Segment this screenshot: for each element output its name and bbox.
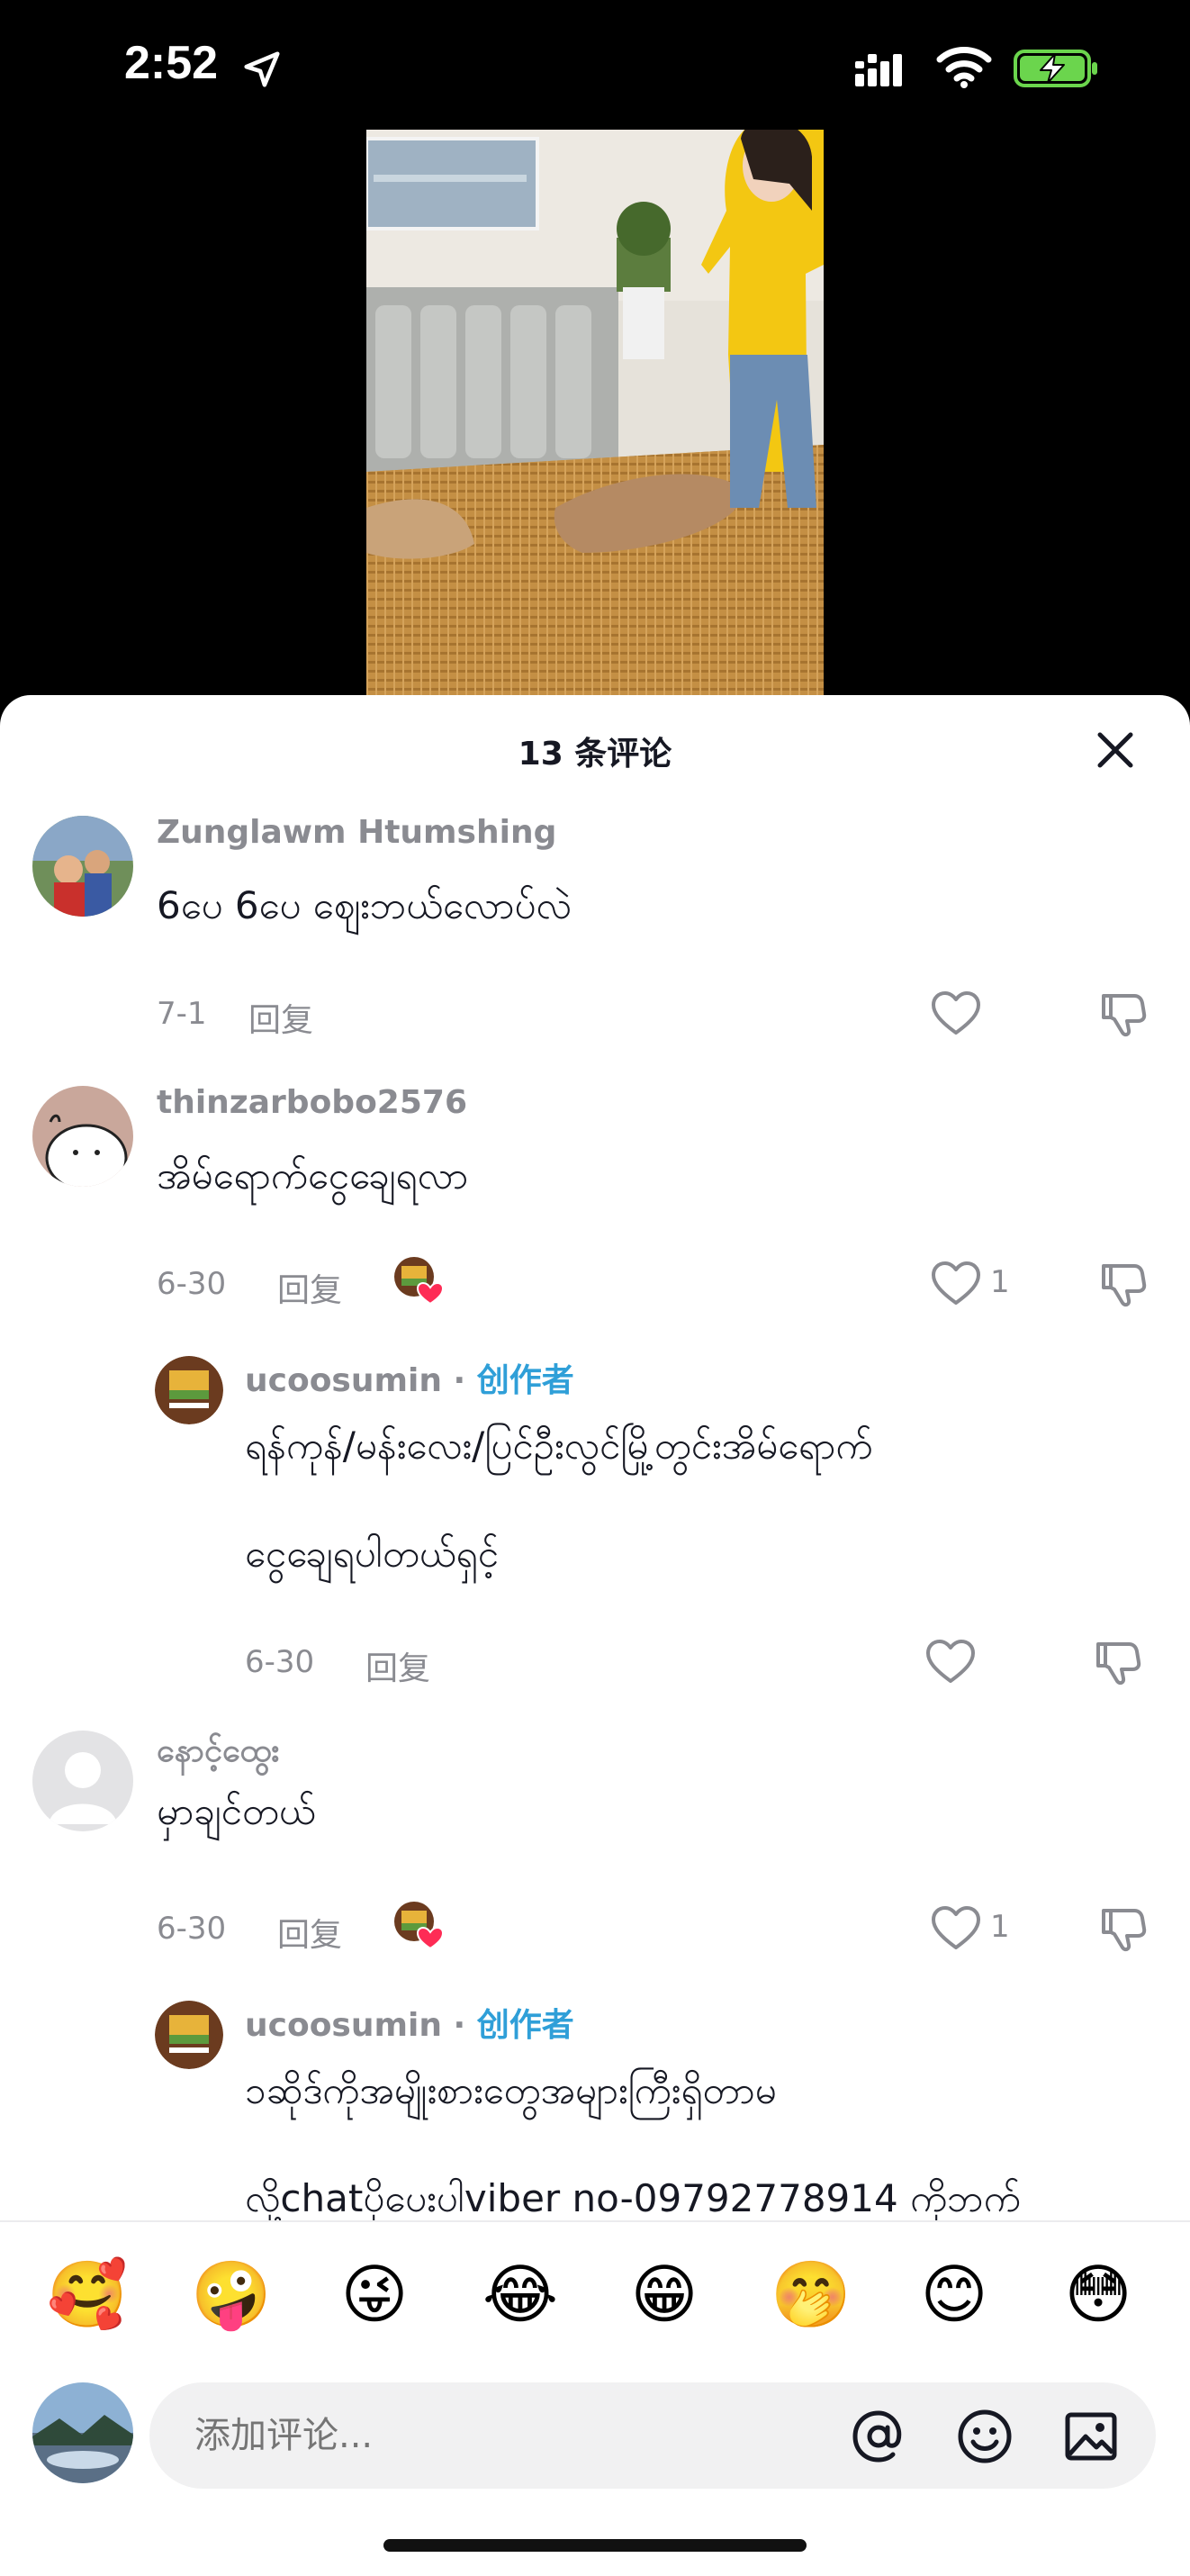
comment-text-line: ရန်ကုန်/မန်းလေး/ပြင်ဦးလွင်မြို့တွင်းအိမ်…: [245, 1424, 873, 1468]
emoji-smiling-hearts[interactable]: 🥰: [47, 2255, 128, 2334]
heart-icon[interactable]: [931, 1261, 981, 1307]
emoji-grinning[interactable]: 😁: [625, 2255, 704, 2334]
comment-username: ucoosumin · 创作者: [245, 1999, 574, 2046]
comment-username[interactable]: thinzarbobo2576: [157, 1084, 467, 1121]
separator-dot: ·: [453, 2007, 466, 2044]
comment-date: 6-30: [245, 1644, 315, 1680]
heart-icon[interactable]: [925, 1639, 976, 1686]
emoji-picker-icon[interactable]: [956, 2408, 1014, 2465]
heart-icon[interactable]: [931, 1905, 981, 1952]
dislike-icon[interactable]: [1098, 989, 1149, 1039]
reply-button[interactable]: 回复: [277, 1264, 342, 1311]
separator-dot: ·: [453, 1362, 466, 1399]
comment-date: 6-30: [157, 1266, 227, 1302]
creator-liked-badge: [394, 1257, 443, 1306]
like-count: 1: [990, 1264, 1010, 1300]
creator-tag: 创作者: [476, 1362, 574, 1399]
dislike-icon[interactable]: [1098, 1903, 1149, 1954]
reply-button[interactable]: 回复: [277, 1909, 342, 1956]
comment-list[interactable]: Zunglawm Htumshing 6ပေ 6ပေ ဈေးဘယ်လောပ်လဲ…: [0, 794, 1190, 2220]
emoji-flushed[interactable]: 😳: [1059, 2255, 1138, 2334]
like-count: 1: [990, 1909, 1010, 1945]
comment-item: နောင့်ထွေး မှာချင်တယ် 6-30 回复 1: [0, 1709, 1190, 1979]
comment-username[interactable]: နောင့်ထွေး: [157, 1729, 279, 1777]
avatar[interactable]: [32, 1086, 133, 1187]
creator-name[interactable]: ucoosumin: [245, 1362, 442, 1399]
comments-sheet: 13 条评论 Zunglawm Htumshing 6ပေ 6ပေ ဈေးဘယ်…: [0, 695, 1190, 2576]
comment-date: 6-30: [157, 1911, 227, 1947]
avatar[interactable]: [32, 1731, 133, 1831]
emoji-hand-over-mouth[interactable]: 🤭: [771, 2255, 852, 2334]
close-icon[interactable]: [1093, 728, 1138, 773]
comment-text-line: ၁ဆိုဒ်ကိုအမျိုးစားတွေအများကြီးရှိတာမ: [245, 2068, 777, 2112]
emoji-winking-tongue[interactable]: 😜: [335, 2255, 414, 2334]
creator-avatar[interactable]: [155, 2001, 223, 2069]
comments-count-title: 13 条评论: [518, 736, 672, 773]
comment-composer: [0, 2355, 1190, 2499]
status-bar: 2:52: [0, 0, 1190, 135]
comment-text-line: လို့chatပိုပေးပါviber no-09792778914 ကို…: [245, 2176, 1021, 2220]
creator-tag: 创作者: [476, 2007, 574, 2044]
emoji-zany[interactable]: 🤪: [191, 2255, 272, 2334]
comment-text: 6ပေ 6ပေ ဈေးဘယ်လောပ်လဲ: [157, 883, 572, 927]
comment-username: ucoosumin · 创作者: [245, 1354, 574, 1401]
video-player[interactable]: [366, 130, 824, 706]
creator-name[interactable]: ucoosumin: [245, 2007, 442, 2044]
emoji-smiling-eyes[interactable]: 😊: [915, 2255, 994, 2334]
dislike-icon[interactable]: [1098, 1259, 1149, 1309]
reply-button[interactable]: 回复: [365, 1642, 430, 1689]
reply-button[interactable]: 回复: [248, 994, 313, 1041]
comment-username[interactable]: Zunglawm Htumshing: [157, 814, 556, 851]
wifi-icon: [936, 47, 992, 88]
mention-at-icon[interactable]: [850, 2408, 907, 2465]
emoji-quick-bar: 🥰 🤪 😜 😂 😁 🤭 😊 😳: [0, 2220, 1190, 2355]
creator-avatar[interactable]: [155, 1356, 223, 1424]
dislike-icon[interactable]: [1093, 1637, 1143, 1687]
comment-date: 7-1: [157, 996, 207, 1032]
emoji-tears-of-joy[interactable]: 😂: [481, 2255, 560, 2334]
heart-icon[interactable]: [931, 990, 981, 1037]
home-indicator[interactable]: [383, 2539, 807, 2552]
comment-item: thinzarbobo2576 အိမ်ရောက်ငွေချေရလာ 6-30 …: [0, 1064, 1190, 1334]
comment-text-line: ငွေချေရပါတယ်ရှင့်: [245, 1532, 499, 1576]
comment-text: မှာချင်တယ်: [157, 1789, 316, 1833]
creator-liked-badge: [394, 1902, 443, 1950]
avatar[interactable]: [32, 816, 133, 917]
image-picker-icon[interactable]: [1062, 2408, 1120, 2465]
comment-reply-item: ucoosumin · 创作者 ရန်ကုန်/မန်းလေး/ပြင်ဦးလွ…: [0, 1334, 1190, 1713]
comment-text: အိမ်ရောက်ငွေချေရလာ: [157, 1153, 469, 1198]
comment-item: Zunglawm Htumshing 6ပေ 6ပေ ဈေးဘယ်လောပ်လဲ…: [0, 794, 1190, 1064]
video-frame-image: [366, 130, 824, 706]
comment-input-container[interactable]: [149, 2382, 1156, 2489]
comment-input[interactable]: [194, 2415, 771, 2456]
comment-reply-item: ucoosumin · 创作者 ၁ဆိုဒ်ကိုအမျိုးစားတွေအမျ…: [0, 1979, 1190, 2220]
status-time: 2:52: [124, 37, 219, 89]
battery-charging-icon: [1014, 50, 1097, 87]
cellular-signal-icon: [855, 54, 902, 86]
my-avatar[interactable]: [32, 2382, 133, 2483]
location-arrow-icon: [244, 51, 280, 87]
